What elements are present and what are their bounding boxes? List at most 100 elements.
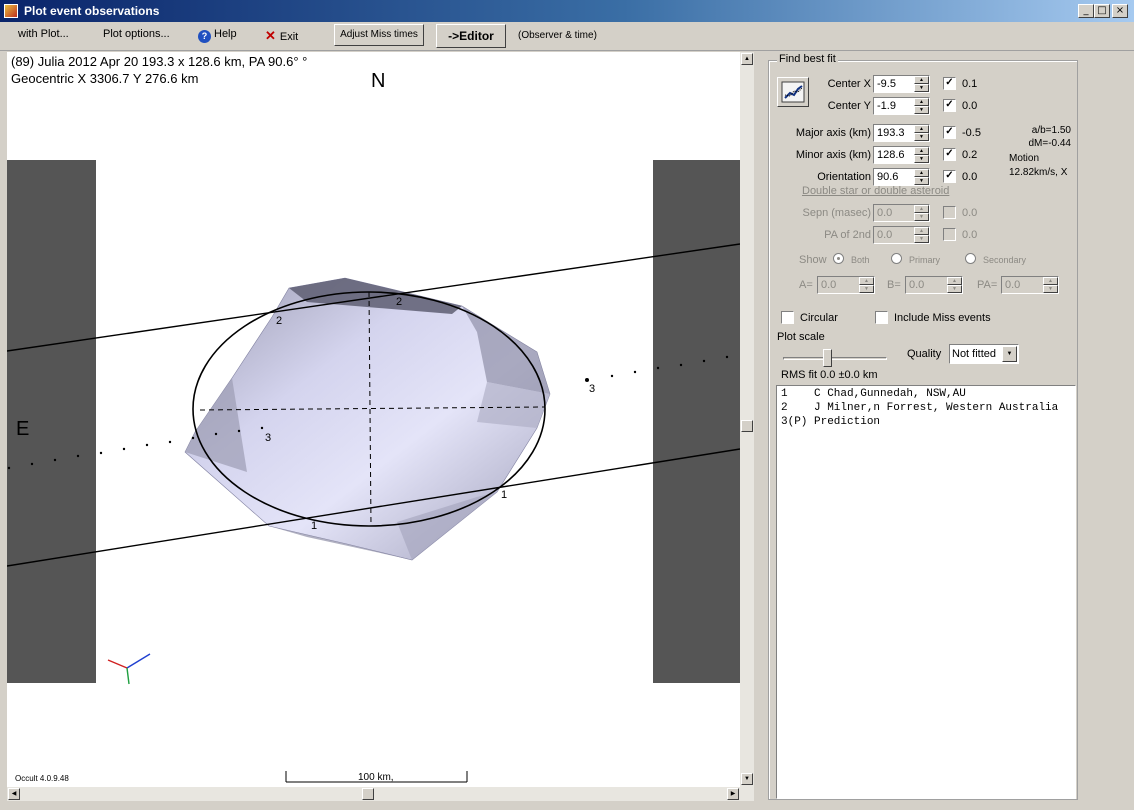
minor-axis-checkbox[interactable]: ✓	[943, 148, 956, 161]
scroll-up-arrow-icon[interactable]: ▲	[741, 53, 753, 65]
minimize-button[interactable]: _	[1078, 4, 1094, 18]
center-x-result: 0.1	[962, 78, 978, 90]
center-y-input[interactable]: -1.9 ▲ ▼	[873, 97, 930, 115]
list-item[interactable]: 3(P) Prediction	[781, 416, 880, 428]
show-both-radio[interactable]	[833, 253, 844, 264]
east-label: E	[16, 418, 29, 440]
spin-up-icon[interactable]: ▲	[914, 205, 929, 213]
pa2-label: PA of 2nd	[824, 229, 871, 241]
find-best-fit-group: Find best fit Center X -9.5 ▲ ▼ ✓ 0.1 Cent…	[768, 53, 1078, 800]
chevron-down-icon[interactable]: ▼	[1002, 346, 1017, 362]
spin-up-icon[interactable]: ▲	[914, 98, 929, 106]
spin-down-icon[interactable]: ▼	[914, 84, 929, 92]
menu-bar: with Plot... Plot options... ? Help ✕ Exit…	[0, 22, 1134, 51]
sepn-input[interactable]: 0.0 ▲ ▼	[873, 204, 930, 222]
adjust-miss-times-button[interactable]: Adjust Miss times	[334, 24, 424, 46]
orientation-input[interactable]: 90.6 ▲ ▼	[873, 168, 930, 186]
spin-down-icon[interactable]: ▼	[914, 133, 929, 141]
axes-triad-icon	[107, 653, 151, 685]
menu-plot-options[interactable]: Plot options...	[103, 28, 170, 40]
minor-axis-input[interactable]: 128.6 ▲ ▼	[873, 146, 930, 164]
maximize-button[interactable]: □	[1094, 4, 1110, 18]
menu-help[interactable]: ? Help	[198, 28, 237, 43]
observer-list[interactable]: 1 C Chad,Gunnedah, NSW,AU 2 J Milner,n F…	[776, 385, 1076, 799]
center-x-checkbox[interactable]: ✓	[943, 77, 956, 90]
fit-chart-icon	[781, 81, 805, 103]
scroll-right-arrow-icon[interactable]: ▶	[727, 788, 739, 800]
minor-axis-label: Minor axis (km)	[795, 149, 871, 161]
occultation-plot: 2 2 1 1 3 3 N E 100 km, Occult 4.0.9.48	[7, 70, 740, 783]
menu-with-plot[interactable]: with Plot...	[18, 28, 69, 40]
pa-value: 0.0	[1005, 279, 1021, 291]
double-star-header: Double star or double asteroid	[802, 185, 950, 197]
menu-exit[interactable]: ✕ Exit	[265, 28, 298, 44]
asteroid-shape-model	[184, 277, 551, 561]
scroll-left-arrow-icon[interactable]: ◀	[8, 788, 20, 800]
plot-area[interactable]: 2 2 1 1 3 3 N E 100 km, Occult 4.0.9.48 …	[7, 52, 740, 787]
editor-button[interactable]: ->Editor	[436, 24, 506, 48]
spin-up-icon[interactable]: ▲	[914, 147, 929, 155]
quality-select[interactable]: Not fitted ▼	[949, 344, 1019, 364]
menu-exit-label: Exit	[279, 31, 299, 43]
list-item[interactable]: 1 C Chad,Gunnedah, NSW,AU	[781, 388, 966, 400]
sepn-label: Sepn (masec)	[802, 207, 871, 219]
spin-up-icon[interactable]: ▲	[914, 76, 929, 84]
spin-down-icon[interactable]: ▼	[914, 106, 929, 114]
circular-checkbox[interactable]	[781, 311, 794, 324]
b-input[interactable]: 0.0 ▲ ▼	[905, 276, 963, 294]
b-value: 0.0	[909, 279, 925, 291]
pa2-input[interactable]: 0.0 ▲ ▼	[873, 226, 930, 244]
show-both-label: Both	[851, 255, 870, 265]
spin-down-icon[interactable]: ▼	[914, 213, 929, 221]
center-y-label: Center Y	[827, 100, 871, 112]
spin-down-icon[interactable]: ▼	[914, 155, 929, 163]
spin-up-icon[interactable]: ▲	[947, 277, 962, 285]
plot-scale-track[interactable]	[783, 357, 887, 360]
chord-label: 1	[501, 489, 507, 501]
scale-bar-label: 100 km,	[358, 772, 394, 783]
close-button[interactable]: ×	[1112, 4, 1128, 18]
spin-up-icon[interactable]: ▲	[1043, 277, 1058, 285]
major-axis-checkbox[interactable]: ✓	[943, 126, 956, 139]
spin-up-icon[interactable]: ▲	[859, 277, 874, 285]
center-y-value: -1.9	[877, 100, 896, 112]
spin-up-icon[interactable]: ▲	[914, 227, 929, 235]
minor-axis-result: 0.2	[962, 149, 978, 161]
spin-down-icon[interactable]: ▼	[859, 285, 874, 293]
a-label: A=	[799, 279, 813, 291]
include-miss-checkbox[interactable]	[875, 311, 888, 324]
plot-horizontal-scrollbar[interactable]: ◀ ▶	[7, 787, 754, 801]
spin-down-icon[interactable]: ▼	[1043, 285, 1058, 293]
major-axis-input[interactable]: 193.3 ▲ ▼	[873, 124, 930, 142]
spin-down-icon[interactable]: ▼	[947, 285, 962, 293]
find-best-fit-button[interactable]	[777, 77, 809, 107]
spin-up-icon[interactable]: ▲	[914, 169, 929, 177]
window-title: Plot event observations	[24, 4, 160, 18]
right-shade-band	[653, 160, 740, 683]
center-x-input[interactable]: -9.5 ▲ ▼	[873, 75, 930, 93]
plot-info-line-2: Geocentric X 3306.7 Y 276.6 km	[11, 71, 199, 86]
a-input[interactable]: 0.0 ▲ ▼	[817, 276, 875, 294]
spin-up-icon[interactable]: ▲	[914, 125, 929, 133]
list-item[interactable]: 2 J Milner,n Forrest, Western Australia	[781, 402, 1058, 414]
pa2-value: 0.0	[877, 229, 893, 241]
show-secondary-radio[interactable]	[965, 253, 976, 264]
sepn-checkbox[interactable]	[943, 206, 956, 219]
plot-vertical-scrollbar[interactable]: ▲ ▼	[740, 52, 754, 787]
orientation-result: 0.0	[962, 171, 978, 183]
pa-input[interactable]: 0.0 ▲ ▼	[1001, 276, 1059, 294]
vertical-scroll-thumb[interactable]	[741, 420, 753, 432]
spin-down-icon[interactable]: ▼	[914, 177, 929, 185]
pa2-result: 0.0	[962, 229, 978, 241]
spin-down-icon[interactable]: ▼	[914, 235, 929, 243]
plot-scale-thumb[interactable]	[823, 349, 832, 367]
center-x-label: Center X	[827, 78, 871, 90]
chord-label: 1	[311, 520, 317, 532]
quality-value: Not fitted	[952, 348, 997, 360]
horizontal-scroll-thumb[interactable]	[362, 788, 374, 800]
pa2-checkbox[interactable]	[943, 228, 956, 241]
center-y-checkbox[interactable]: ✓	[943, 99, 956, 112]
scroll-down-arrow-icon[interactable]: ▼	[741, 773, 753, 785]
orientation-checkbox[interactable]: ✓	[943, 170, 956, 183]
show-primary-radio[interactable]	[891, 253, 902, 264]
